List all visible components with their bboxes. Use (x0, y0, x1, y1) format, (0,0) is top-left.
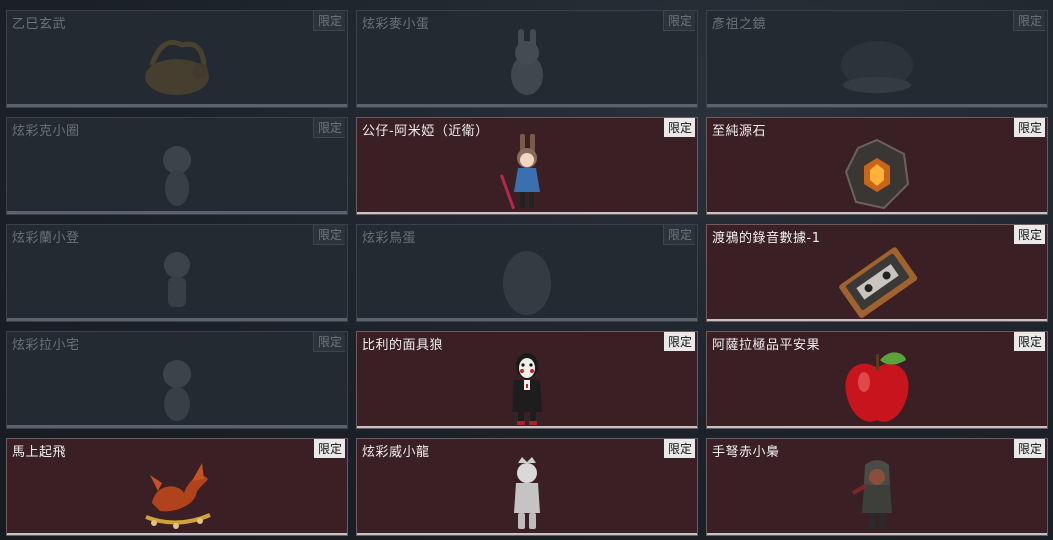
collection-item-card[interactable]: 馬上起飛 限定 (6, 438, 348, 536)
egg-icon (482, 239, 572, 321)
limited-badge: 限定 (1013, 332, 1045, 351)
collection-item-card[interactable]: 炫彩蘭小登 限定 (6, 224, 348, 322)
limited-badge: 限定 (1013, 225, 1045, 244)
item-name: 馬上起飛 (12, 445, 67, 460)
limited-badge: 限定 (312, 11, 345, 31)
limited-badge: 限定 (1013, 439, 1045, 458)
collection-item-card[interactable]: 比利的面具狼 限定 (356, 331, 698, 429)
collection-item-card[interactable]: 炫彩麥小蛋 限定 (356, 10, 698, 108)
collection-item-card[interactable]: 公仔-阿米婭（近衛） 限定 (356, 117, 698, 215)
item-name: 炫彩蘭小登 (12, 231, 80, 246)
collection-grid: 乙巳玄武 限定 炫彩麥小蛋 限定 彥祖之鏡 限定 炫彩克小圈 限定 公仔-阿米婭… (6, 10, 1048, 536)
item-name: 炫彩麥小蛋 (362, 17, 430, 32)
chibi-figure-icon (132, 239, 222, 321)
originium-crystal-icon (832, 132, 922, 214)
puppet-mask-figure-icon (482, 346, 572, 428)
item-name: 公仔-阿米婭（近衛） (362, 124, 489, 139)
cassette-tape-icon (832, 239, 922, 321)
item-name: 渡鴉的錄音數據-1 (712, 231, 821, 246)
item-name: 炫彩威小龍 (362, 445, 430, 460)
item-name: 阿薩拉極品平安果 (712, 338, 821, 353)
limited-badge: 限定 (1013, 118, 1045, 137)
chibi-figure-icon (132, 346, 222, 428)
collection-item-card[interactable]: 炫彩克小圈 限定 (6, 117, 348, 215)
collection-item-card[interactable]: 至純源石 限定 (706, 117, 1048, 215)
red-apple-icon (832, 346, 922, 428)
limited-badge: 限定 (663, 118, 695, 137)
collection-item-card[interactable]: 乙巳玄武 限定 (6, 10, 348, 108)
dragon-turtle-icon (132, 25, 222, 107)
collection-item-card[interactable]: 渡鴉的錄音數據-1 限定 (706, 224, 1048, 322)
item-name: 炫彩拉小宅 (12, 338, 80, 353)
silver-figure-icon (482, 453, 572, 535)
limited-badge: 限定 (663, 439, 695, 458)
item-name: 乙巳玄武 (12, 17, 67, 32)
limited-badge: 限定 (312, 332, 345, 352)
item-name: 比利的面具狼 (362, 338, 444, 353)
collection-item-card[interactable]: 炫彩威小龍 限定 (356, 438, 698, 536)
collection-item-card[interactable]: 炫彩拉小宅 限定 (6, 331, 348, 429)
collection-item-card[interactable]: 手弩赤小梟 限定 (706, 438, 1048, 536)
crossbow-figure-icon (832, 453, 922, 535)
limited-badge: 限定 (662, 225, 695, 245)
limited-badge: 限定 (313, 439, 345, 458)
collection-item-card[interactable]: 阿薩拉極品平安果 限定 (706, 331, 1048, 429)
collection-item-card[interactable]: 彥祖之鏡 限定 (706, 10, 1048, 108)
chibi-figure-icon (132, 132, 222, 214)
item-name: 手弩赤小梟 (712, 445, 780, 460)
limited-badge: 限定 (1012, 11, 1045, 31)
item-name: 彥祖之鏡 (712, 17, 767, 32)
bunny-figure-icon (482, 25, 572, 107)
item-name: 炫彩克小圈 (12, 124, 80, 139)
limited-badge: 限定 (662, 11, 695, 31)
item-name: 至純源石 (712, 124, 767, 139)
golden-horse-icon (132, 453, 222, 535)
mirror-icon (832, 25, 922, 107)
limited-badge: 限定 (312, 225, 345, 245)
amiya-figure-icon (482, 132, 572, 214)
item-name: 炫彩鳥蛋 (362, 231, 417, 246)
limited-badge: 限定 (312, 118, 345, 138)
limited-badge: 限定 (663, 332, 695, 351)
collection-item-card[interactable]: 炫彩鳥蛋 限定 (356, 224, 698, 322)
